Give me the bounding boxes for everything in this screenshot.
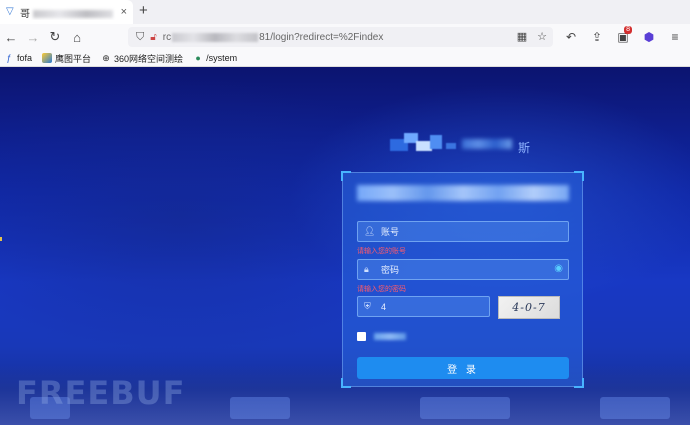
shield-icon[interactable]: ⛉ bbox=[136, 31, 144, 44]
tab-strip: ▽ 哥 × + bbox=[0, 0, 690, 24]
leaf-icon: ● bbox=[195, 53, 201, 63]
bookmark-label: 鹰图平台 bbox=[55, 53, 92, 64]
site-logo-redacted bbox=[390, 129, 526, 157]
bookmark-label: 360网络空间测绘 bbox=[114, 53, 184, 64]
menu-icon[interactable]: ≡ bbox=[664, 26, 686, 48]
username-placeholder: 账号 bbox=[381, 227, 400, 237]
captcha-field[interactable]: ⛨ 4 bbox=[357, 296, 490, 317]
navigation-bar: ← → ↻ ⌂ ⛉ 🔓︎ rc 81/login?redirect=%2Find… bbox=[0, 24, 690, 50]
edge-marker bbox=[0, 237, 2, 241]
url-redacted bbox=[172, 32, 259, 42]
bookmark-star-icon[interactable]: ☆ bbox=[537, 30, 547, 43]
address-bar[interactable]: ⛉ 🔓︎ rc 81/login?redirect=%2Findex ▦ ☆ bbox=[128, 27, 553, 47]
panel-corner bbox=[341, 378, 351, 388]
bookmark-label: fofa bbox=[17, 53, 33, 63]
show-password-eye-icon[interactable]: ◉ bbox=[554, 263, 563, 274]
captcha-input-value: 4 bbox=[381, 301, 387, 312]
hunter-icon bbox=[42, 53, 53, 63]
site-favicon-icon: ▽ bbox=[6, 6, 14, 17]
panel-title-redacted bbox=[357, 185, 569, 201]
shield-check-icon: ⛨ bbox=[364, 301, 371, 311]
password-field[interactable]: 🔒︎ 密码 ◉ bbox=[357, 259, 569, 280]
bookmark-label: /system bbox=[206, 53, 238, 63]
bookmark-fofa[interactable]: ƒ fofa bbox=[4, 53, 32, 63]
new-tab-button[interactable]: + bbox=[139, 3, 148, 19]
username-field[interactable]: 👤︎ 账号 bbox=[357, 221, 569, 242]
hexagon-extension-icon[interactable]: ⬢ bbox=[638, 26, 660, 48]
login-page: 斯 👤︎ 账号 请输入您的账号 🔒︎ 密码 ◉ 请输入您的密码 ⛨ 4 4-0-… bbox=[0, 67, 690, 425]
bookmark-hunter[interactable]: 鹰图平台 bbox=[42, 52, 91, 65]
url-host: rc bbox=[162, 31, 172, 43]
tab-close-icon[interactable]: × bbox=[121, 6, 127, 18]
building-light bbox=[420, 397, 510, 419]
browser-tab[interactable]: ▽ 哥 × bbox=[0, 0, 133, 24]
url-path: 81/login?redirect=%2Findex bbox=[259, 31, 384, 43]
username-error: 请输入您的账号 bbox=[357, 248, 406, 255]
remember-checkbox[interactable] bbox=[357, 332, 366, 341]
toolbar-extensions: ↶ ⇪ ▣ 8 ⬢ ≡ bbox=[560, 26, 686, 48]
share-icon[interactable]: ⇪ bbox=[586, 26, 608, 48]
undo-icon[interactable]: ↶ bbox=[560, 26, 582, 48]
bookmark-system[interactable]: ● /system bbox=[193, 53, 237, 63]
panel-corner bbox=[574, 171, 584, 181]
forward-button[interactable]: → bbox=[22, 26, 44, 48]
password-placeholder: 密码 bbox=[381, 265, 400, 275]
globe-icon: ⊕ bbox=[102, 53, 110, 63]
panel-corner bbox=[341, 171, 351, 181]
remember-me[interactable] bbox=[357, 332, 406, 341]
freebuf-watermark: FREEBUF bbox=[16, 374, 186, 412]
user-icon: 👤︎ bbox=[364, 226, 376, 236]
building-light bbox=[230, 397, 290, 419]
back-button[interactable]: ← bbox=[0, 26, 22, 48]
building-light bbox=[600, 397, 670, 419]
captcha-image[interactable]: 4-0-7 bbox=[498, 296, 560, 319]
reload-button[interactable]: ↻ bbox=[44, 26, 66, 48]
logo-character: 斯 bbox=[518, 141, 531, 155]
bookmarks-bar: ƒ fofa 鹰图平台 ⊕ 360网络空间测绘 ● /system bbox=[0, 50, 690, 67]
remember-label-redacted bbox=[374, 333, 406, 340]
panel-corner bbox=[574, 378, 584, 388]
login-panel: 👤︎ 账号 请输入您的账号 🔒︎ 密码 ◉ 请输入您的密码 ⛨ 4 4-0-7 … bbox=[341, 171, 584, 388]
insecure-lock-icon[interactable]: 🔓︎ bbox=[150, 32, 156, 43]
lock-icon: 🔒︎ bbox=[364, 264, 369, 274]
tab-title-redacted bbox=[33, 9, 113, 18]
password-error: 请输入您的密码 bbox=[357, 286, 406, 293]
bookmark-360[interactable]: ⊕ 360网络空间测绘 bbox=[101, 52, 183, 65]
extension-badge: 8 bbox=[624, 26, 632, 34]
tab-title: 哥 bbox=[20, 5, 120, 20]
address-bar-actions: ▦ ☆ bbox=[517, 30, 547, 43]
login-button[interactable]: 登 录 bbox=[357, 357, 569, 379]
home-button[interactable]: ⌂ bbox=[66, 26, 88, 48]
extension-button[interactable]: ▣ 8 bbox=[612, 26, 634, 48]
fofa-icon: ƒ bbox=[6, 53, 12, 63]
qr-code-icon[interactable]: ▦ bbox=[517, 30, 527, 43]
